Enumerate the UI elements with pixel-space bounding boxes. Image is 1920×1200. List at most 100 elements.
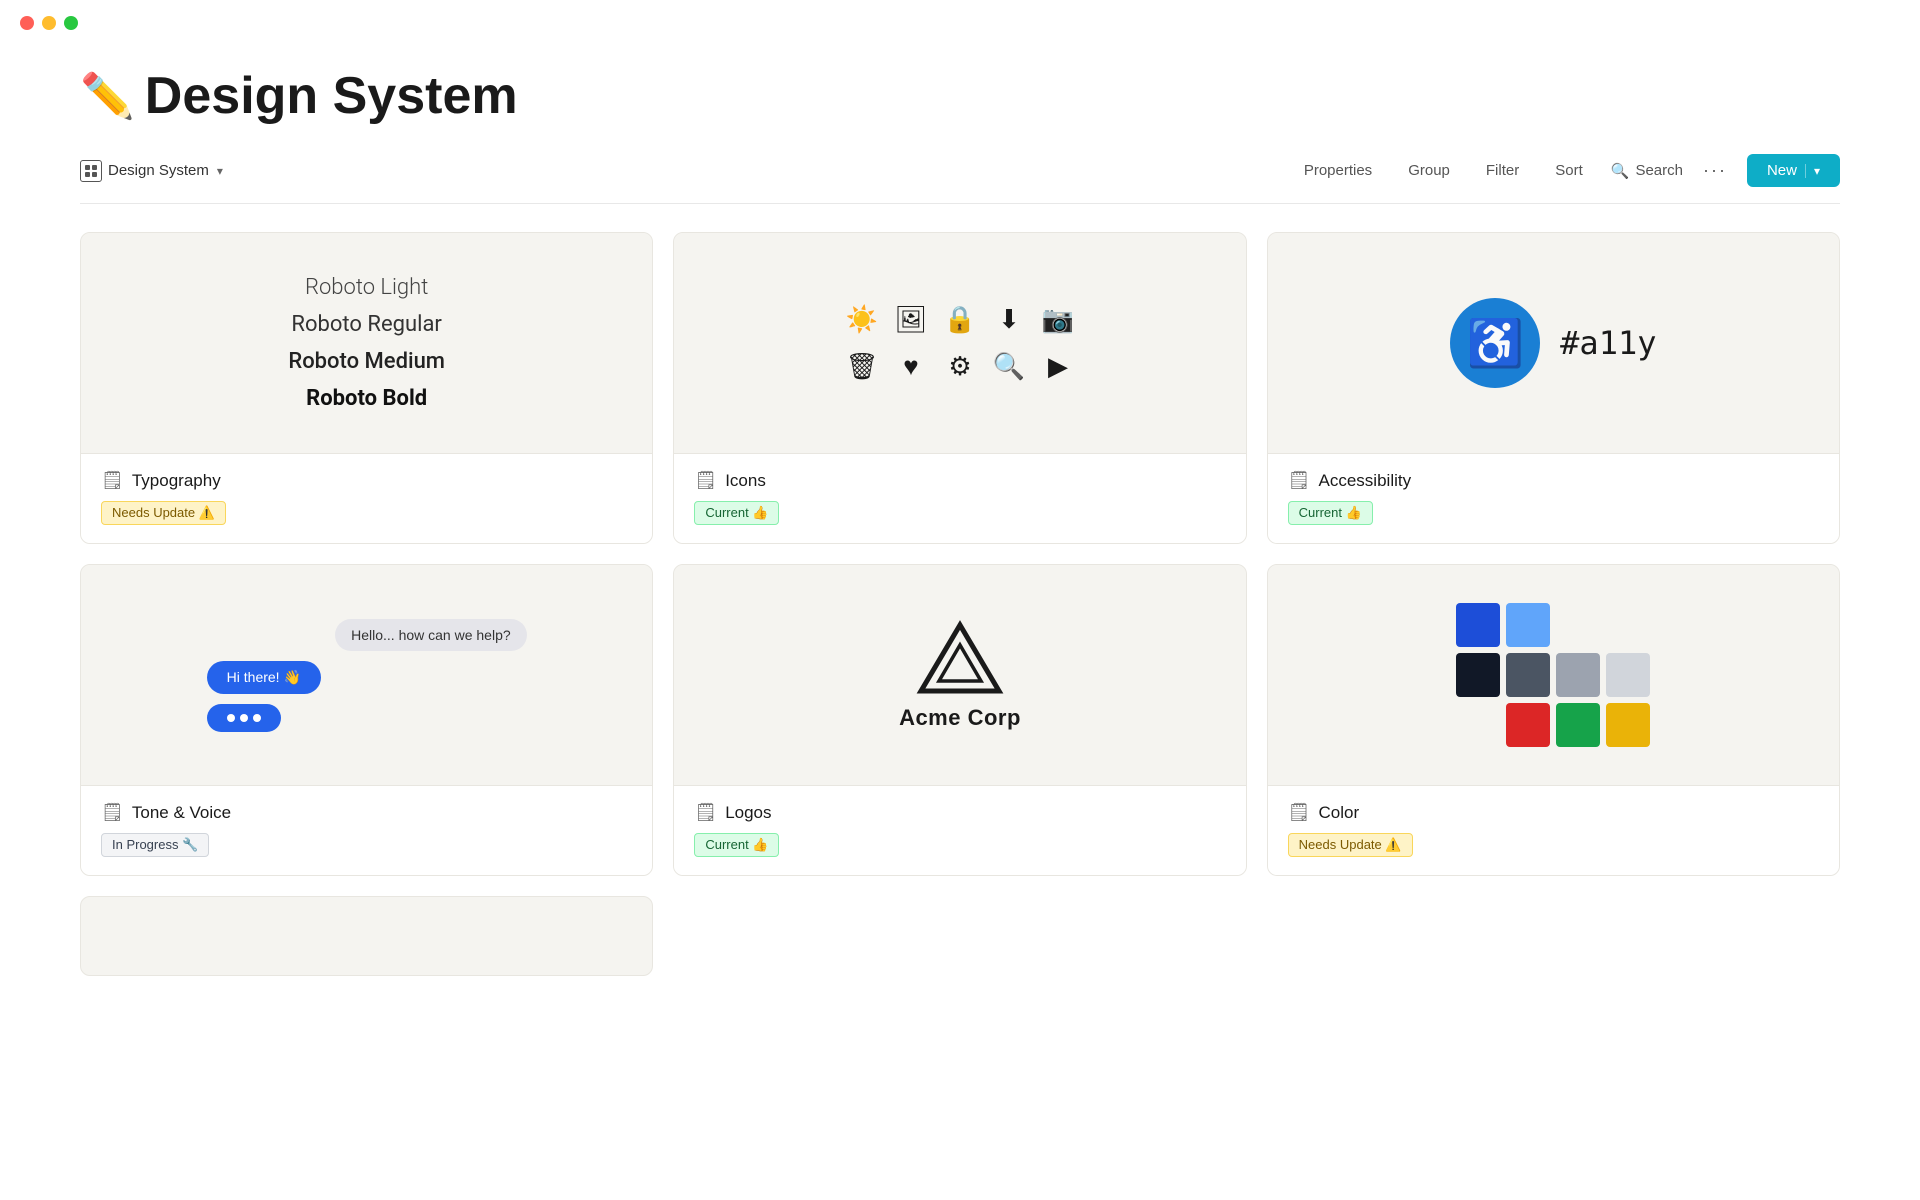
search-icon: 🔍 — [993, 351, 1026, 382]
card-color-info: 🗒 Color Needs Update ⚠️ — [1268, 785, 1839, 875]
status-badge[interactable]: Current 👍 — [694, 501, 779, 525]
typo-regular: Roboto Regular — [291, 308, 441, 341]
properties-button[interactable]: Properties — [1296, 158, 1380, 183]
swatch-empty-3 — [1456, 703, 1500, 747]
status-badge[interactable]: Current 👍 — [1288, 501, 1373, 525]
close-button[interactable] — [20, 16, 34, 30]
typography-preview: Roboto Light Roboto Regular Roboto Mediu… — [288, 271, 445, 415]
logo-preview: Acme Corp — [899, 619, 1021, 731]
swatch-red — [1506, 703, 1550, 747]
typo-bold: Roboto Bold — [306, 382, 427, 415]
page-content: ✏️ Design System Design System ▾ Propert… — [0, 46, 1920, 1016]
card-typography-preview: Roboto Light Roboto Regular Roboto Mediu… — [81, 233, 652, 453]
card-title: Icons — [725, 471, 766, 491]
cards-grid: Roboto Light Roboto Regular Roboto Mediu… — [80, 232, 1840, 876]
card-accessibility-info: 🗒 Accessibility Current 👍 — [1268, 453, 1839, 543]
toolbar-left: Design System ▾ — [80, 160, 223, 182]
card-color-preview — [1268, 565, 1839, 785]
database-icon — [80, 160, 102, 182]
card-title-row: 🗒 Icons — [694, 470, 1225, 491]
lock-icon: 🔒 — [943, 304, 976, 335]
more-options-button[interactable]: ··· — [1703, 160, 1727, 181]
card-typography-info: 🗒 Typography Needs Update ⚠️ — [81, 453, 652, 543]
page-title: Design System — [145, 66, 518, 126]
swatch-green — [1556, 703, 1600, 747]
card-color[interactable]: 🗒 Color Needs Update ⚠️ — [1267, 564, 1840, 876]
page-icon: 🗒 — [101, 470, 124, 491]
camera-icon: 📷 — [1042, 304, 1075, 335]
toolbar-right: Properties Group Filter Sort 🔍 Search ··… — [1296, 154, 1840, 187]
logo-triangle-svg — [915, 619, 1005, 697]
swatch-blue-light — [1506, 603, 1550, 647]
chat-preview: Hello... how can we help? Hi there! 👋 — [207, 619, 527, 732]
card-tone-voice[interactable]: Hello... how can we help? Hi there! 👋 🗒 … — [80, 564, 653, 876]
chat-typing-indicator — [207, 704, 281, 732]
search-label: Search — [1635, 162, 1683, 179]
page-icon: 🗒 — [1288, 802, 1311, 823]
swatch-black — [1456, 653, 1500, 697]
card-title-row: 🗒 Logos — [694, 802, 1225, 823]
status-badge[interactable]: In Progress 🔧 — [101, 833, 209, 857]
toolbar: Design System ▾ Properties Group Filter … — [80, 154, 1840, 204]
search-button[interactable]: 🔍 Search — [1611, 162, 1683, 180]
card-logos-preview: Acme Corp — [674, 565, 1245, 785]
titlebar — [0, 0, 1920, 46]
image-icon: 🖼 — [894, 304, 927, 335]
page-title-row: ✏️ Design System — [80, 66, 1840, 126]
page-icon: 🗒 — [1288, 470, 1311, 491]
dot-1 — [227, 714, 235, 722]
ellipsis-icon: ··· — [1703, 160, 1727, 180]
dot-3 — [253, 714, 261, 722]
card-partial-1[interactable] — [80, 896, 653, 976]
dot-2 — [240, 714, 248, 722]
person-icon: ♿ — [1467, 316, 1524, 371]
card-title: Color — [1319, 803, 1360, 823]
swatch-blue-dark — [1456, 603, 1500, 647]
database-caret-icon[interactable]: ▾ — [217, 164, 223, 178]
card-logos-info: 🗒 Logos Current 👍 — [674, 785, 1245, 875]
typo-medium: Roboto Medium — [288, 345, 445, 378]
card-logos[interactable]: Acme Corp 🗒 Logos Current 👍 — [673, 564, 1246, 876]
card-accessibility[interactable]: ♿ #a11y 🗒 Accessibility Current 👍 — [1267, 232, 1840, 544]
swatch-empty-1 — [1556, 603, 1600, 647]
search-icon: 🔍 — [1611, 162, 1630, 180]
card-title: Tone & Voice — [132, 803, 231, 823]
page-icon: 🗒 — [694, 470, 717, 491]
gear-icon: ⚙ — [943, 351, 976, 382]
card-accessibility-preview: ♿ #a11y — [1268, 233, 1839, 453]
swatch-yellow — [1606, 703, 1650, 747]
icons-grid-preview: ☀️ 🖼 🔒 ⬇ 📷 🗑 ♥ ⚙ 🔍 ▶ — [845, 304, 1074, 382]
card-title-row: 🗒 Accessibility — [1288, 470, 1819, 491]
status-badge[interactable]: Needs Update ⚠️ — [1288, 833, 1413, 857]
new-button-caret-icon[interactable]: ▾ — [1805, 164, 1820, 178]
database-name[interactable]: Design System — [108, 162, 209, 179]
color-swatches-grid — [1456, 603, 1650, 747]
sun-icon: ☀️ — [845, 304, 878, 335]
card-title: Typography — [132, 471, 221, 491]
chat-bubble-blue: Hi there! 👋 — [207, 661, 321, 694]
card-icons[interactable]: ☀️ 🖼 🔒 ⬇ 📷 🗑 ♥ ⚙ 🔍 ▶ 🗒 Icons Curren — [673, 232, 1246, 544]
card-tone-voice-info: 🗒 Tone & Voice In Progress 🔧 — [81, 785, 652, 875]
swatch-gray-dark — [1506, 653, 1550, 697]
heart-icon: ♥ — [894, 351, 927, 382]
filter-button[interactable]: Filter — [1478, 158, 1527, 183]
card-tone-voice-preview: Hello... how can we help? Hi there! 👋 — [81, 565, 652, 785]
status-badge[interactable]: Current 👍 — [694, 833, 779, 857]
swatch-gray-mid — [1556, 653, 1600, 697]
status-badge[interactable]: Needs Update ⚠️ — [101, 501, 226, 525]
logo-name: Acme Corp — [899, 705, 1021, 731]
card-title: Logos — [725, 803, 771, 823]
download-icon: ⬇ — [993, 304, 1026, 335]
card-typography[interactable]: Roboto Light Roboto Regular Roboto Mediu… — [80, 232, 653, 544]
card-title-row: 🗒 Typography — [101, 470, 632, 491]
swatch-empty-2 — [1606, 603, 1650, 647]
trash-icon: 🗑 — [845, 351, 878, 382]
group-button[interactable]: Group — [1400, 158, 1458, 183]
maximize-button[interactable] — [64, 16, 78, 30]
page-icon: 🗒 — [694, 802, 717, 823]
chat-bubble-gray: Hello... how can we help? — [335, 619, 527, 651]
sort-button[interactable]: Sort — [1547, 158, 1591, 183]
new-button[interactable]: New ▾ — [1747, 154, 1840, 187]
minimize-button[interactable] — [42, 16, 56, 30]
card-title: Accessibility — [1319, 471, 1412, 491]
